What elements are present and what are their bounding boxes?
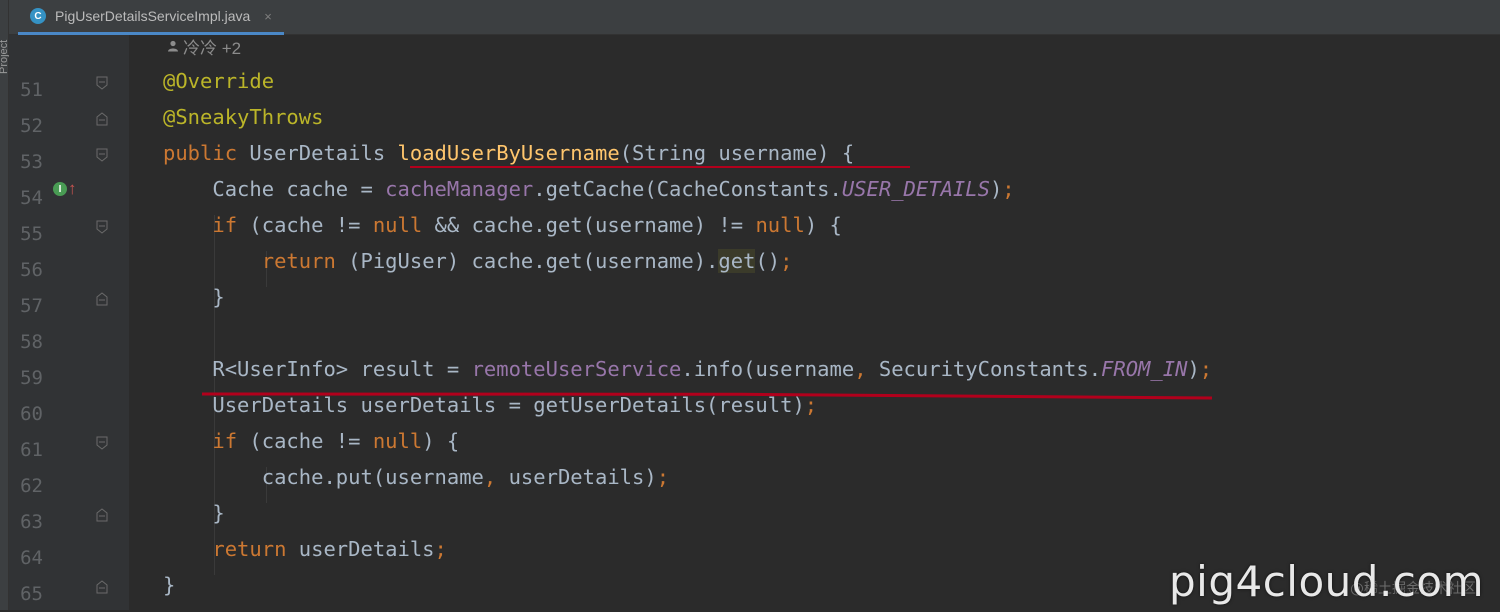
code-text: .info(username [681, 357, 855, 381]
code-line-54[interactable]: Cache cache = cacheManager.getCache(Cach… [163, 171, 1015, 207]
line-number: 60 [20, 403, 43, 425]
code-text: } [163, 573, 176, 597]
code-line-63[interactable]: } [163, 495, 225, 531]
code-text: (cache != [237, 429, 373, 453]
tab-title[interactable]: PigUserDetailsServiceImpl.java [55, 8, 250, 24]
fold-collapse-icon[interactable] [95, 148, 109, 162]
semicolon: ; [1002, 177, 1015, 201]
code-text: R<UserInfo> result = [163, 357, 472, 381]
line-number: 58 [20, 331, 43, 353]
code-line-62[interactable]: cache.put(username, userDetails); [163, 459, 669, 495]
line-number: 61 [20, 439, 43, 461]
code-text: } [163, 501, 225, 525]
line-number: 52 [20, 115, 43, 137]
watermark: pig4cloud.com [1169, 557, 1484, 606]
static-field: USER_DETAILS [841, 177, 990, 201]
fold-collapse-icon[interactable] [95, 220, 109, 234]
semicolon: ; [780, 249, 793, 273]
code-line-52[interactable]: @SneakyThrows [163, 99, 323, 135]
line-number: 64 [20, 547, 43, 569]
code-text: () [755, 249, 781, 273]
code-line-51[interactable]: @Override [163, 63, 274, 99]
fold-end-icon[interactable] [95, 580, 109, 594]
code-line-57[interactable]: } [163, 279, 225, 315]
project-tool-label[interactable]: Project [0, 4, 10, 74]
editor-tab[interactable]: C PigUserDetailsServiceImpl.java × [18, 0, 284, 35]
code-text: UserDetails [237, 141, 398, 165]
semicolon: ; [1199, 357, 1213, 381]
code-line-65[interactable]: } [163, 567, 175, 603]
code-text: ) [989, 177, 1003, 201]
keyword: null [372, 429, 423, 453]
method-name: loadUserByUsername [397, 141, 620, 165]
line-number: 51 [20, 79, 43, 101]
comma: , [483, 465, 497, 489]
close-icon[interactable]: × [264, 9, 272, 24]
fold-end-icon[interactable] [95, 292, 109, 306]
red-underline-annotation [201, 392, 1213, 400]
line-number: 59 [20, 367, 43, 389]
line-number: 65 [20, 583, 43, 605]
code-text: userDetails [286, 537, 435, 561]
semicolon: ; [656, 465, 670, 489]
field: cacheManager [385, 177, 534, 201]
arrow-up-icon[interactable]: ↑ [68, 179, 77, 199]
code-line-55[interactable]: if (cache != null && cache.get(username)… [163, 207, 842, 243]
fold-collapse-icon[interactable] [95, 436, 109, 450]
line-number: 55 [20, 223, 43, 245]
keyword: if [163, 213, 238, 237]
class-c-icon: C [30, 8, 46, 24]
author-names: 冷冷 +2 [183, 38, 242, 58]
annotation: @SneakyThrows [163, 105, 324, 129]
fold-end-icon[interactable] [95, 112, 109, 126]
code-text: (String username) { [619, 141, 855, 165]
keyword: public [163, 141, 238, 165]
annotation: @Override [163, 69, 275, 93]
static-field: FROM_IN [1101, 357, 1188, 381]
code-text: SecurityConstants. [866, 357, 1102, 381]
editor-tab-bar: C PigUserDetailsServiceImpl.java × [9, 0, 1500, 35]
line-number: 53 [20, 151, 43, 173]
code-author-hint[interactable]: 冷冷 +2 [167, 35, 242, 58]
keyword: return [163, 249, 336, 273]
fold-end-icon[interactable] [95, 508, 109, 522]
code-text: Cache cache = [163, 177, 386, 201]
implements-method-marker[interactable]: I ↑ [53, 179, 77, 199]
code-line-59[interactable]: R<UserInfo> result = remoteUserService.i… [163, 351, 1212, 387]
code-text: .getCache(CacheConstants. [533, 177, 842, 201]
red-underline-annotation [410, 166, 910, 168]
fold-collapse-icon[interactable] [95, 76, 109, 90]
semicolon: ; [434, 537, 447, 561]
code-text: ) [1187, 357, 1200, 381]
line-number: 62 [20, 475, 43, 497]
code-text: cache.put(username [163, 465, 484, 489]
code-line-56[interactable]: return (PigUser) cache.get(username).get… [163, 243, 792, 279]
highlighted-call: get [718, 249, 756, 273]
keyword: if [163, 429, 238, 453]
comma: , [854, 357, 867, 381]
keyword: null [372, 213, 423, 237]
code-text: userDetails) [496, 465, 657, 489]
line-number: 56 [20, 259, 43, 281]
code-text: (PigUser) cache.get(username). [335, 249, 719, 273]
line-number: 63 [20, 511, 43, 533]
keyword: return [163, 537, 287, 561]
code-editor[interactable]: 冷冷 +2 @Override @SneakyThrows public Use… [130, 35, 1500, 610]
code-text: } [163, 285, 225, 309]
implements-method-icon[interactable]: I [53, 182, 67, 196]
line-number: 54 [20, 187, 43, 209]
code-text: (cache != [237, 213, 373, 237]
code-text: ) { [422, 429, 460, 453]
code-line-64[interactable]: return userDetails; [163, 531, 447, 567]
code-text: && cache.get(username) != [422, 213, 756, 237]
code-line-61[interactable]: if (cache != null) { [163, 423, 459, 459]
project-tool-strip[interactable]: Project [0, 0, 10, 610]
keyword: null [755, 213, 805, 237]
code-text: ) { [804, 213, 842, 237]
line-number: 57 [20, 295, 43, 317]
editor-gutter[interactable]: 51 52 53 54 55 56 57 58 59 60 61 62 63 6… [9, 35, 129, 610]
field: remoteUserService [471, 357, 682, 381]
user-icon [168, 40, 178, 52]
